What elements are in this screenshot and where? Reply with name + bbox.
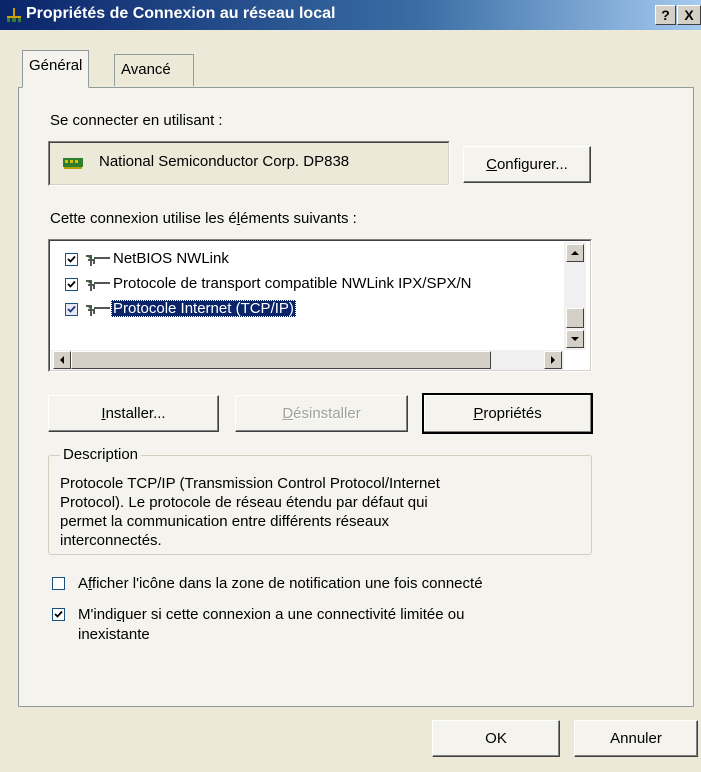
ok-button[interactable]: OK bbox=[432, 720, 560, 757]
connect-using-label: Se connecter en utilisant : bbox=[50, 112, 223, 129]
components-listbox[interactable]: NetBIOS NWLink Protocole de transport co… bbox=[48, 239, 592, 372]
adapter-name: National Semiconductor Corp. DP838 bbox=[99, 153, 350, 170]
show-icon-label: Afficher l'icône dans la zone de notific… bbox=[78, 575, 483, 592]
uninstall-button[interactable]: Désinstaller bbox=[235, 395, 408, 432]
item-label: Protocole Internet (TCP/IP) bbox=[111, 300, 296, 317]
checkbox-netbios[interactable] bbox=[65, 253, 78, 266]
help-button[interactable]: ? bbox=[655, 5, 676, 25]
item-label: Protocole de transport compatible NWLink… bbox=[113, 275, 472, 292]
description-line: Protocole TCP/IP (Transmission Control P… bbox=[60, 475, 440, 492]
scroll-left-button[interactable] bbox=[53, 351, 71, 369]
protocol-icon bbox=[85, 304, 111, 318]
cancel-button[interactable]: Annuler bbox=[574, 720, 698, 757]
notify-limited-checkbox[interactable] bbox=[52, 608, 65, 621]
checkbox-nwlink[interactable] bbox=[65, 278, 78, 291]
adapter-box: National Semiconductor Corp. DP838 bbox=[48, 141, 450, 186]
items-label: Cette connexion utilise les éléments sui… bbox=[50, 210, 357, 227]
scroll-down-button[interactable] bbox=[566, 330, 584, 348]
install-button[interactable]: Installer... bbox=[48, 395, 219, 432]
description-title: Description bbox=[60, 446, 142, 463]
protocol-icon bbox=[85, 254, 111, 268]
network-connection-icon bbox=[6, 7, 22, 23]
title-bar[interactable]: Propriétés de Connexion au réseau local … bbox=[0, 0, 701, 30]
notify-limited-label: M'indiquer si cette connexion a une conn… bbox=[78, 606, 465, 623]
tab-advanced[interactable]: Avancé bbox=[114, 54, 194, 86]
protocol-icon bbox=[85, 279, 111, 293]
item-label: NetBIOS NWLink bbox=[113, 250, 229, 267]
description-line: permet la communication entre différents… bbox=[60, 513, 390, 530]
window-title: Propriétés de Connexion au réseau local bbox=[26, 5, 336, 22]
tab-general[interactable]: Général bbox=[22, 50, 90, 88]
description-line: interconnectés. bbox=[60, 532, 162, 549]
horizontal-scroll-thumb[interactable] bbox=[71, 351, 491, 369]
checkbox-tcpip[interactable] bbox=[65, 303, 78, 316]
notify-limited-label-line2: inexistante bbox=[78, 626, 150, 643]
description-text: Protocole TCP/IP (Transmission Control P… bbox=[60, 474, 580, 554]
scroll-up-button[interactable] bbox=[566, 244, 584, 262]
properties-button[interactable]: Propriétés bbox=[422, 393, 593, 434]
close-button[interactable]: X bbox=[677, 5, 701, 25]
show-icon-checkbox[interactable] bbox=[52, 577, 65, 590]
scroll-right-button[interactable] bbox=[544, 351, 562, 369]
network-adapter-icon bbox=[63, 156, 83, 169]
description-line: Protocol). Le protocole de réseau étendu… bbox=[60, 494, 428, 511]
configure-button[interactable]: Configurer... bbox=[463, 146, 591, 183]
vertical-scroll-thumb[interactable] bbox=[566, 308, 584, 328]
